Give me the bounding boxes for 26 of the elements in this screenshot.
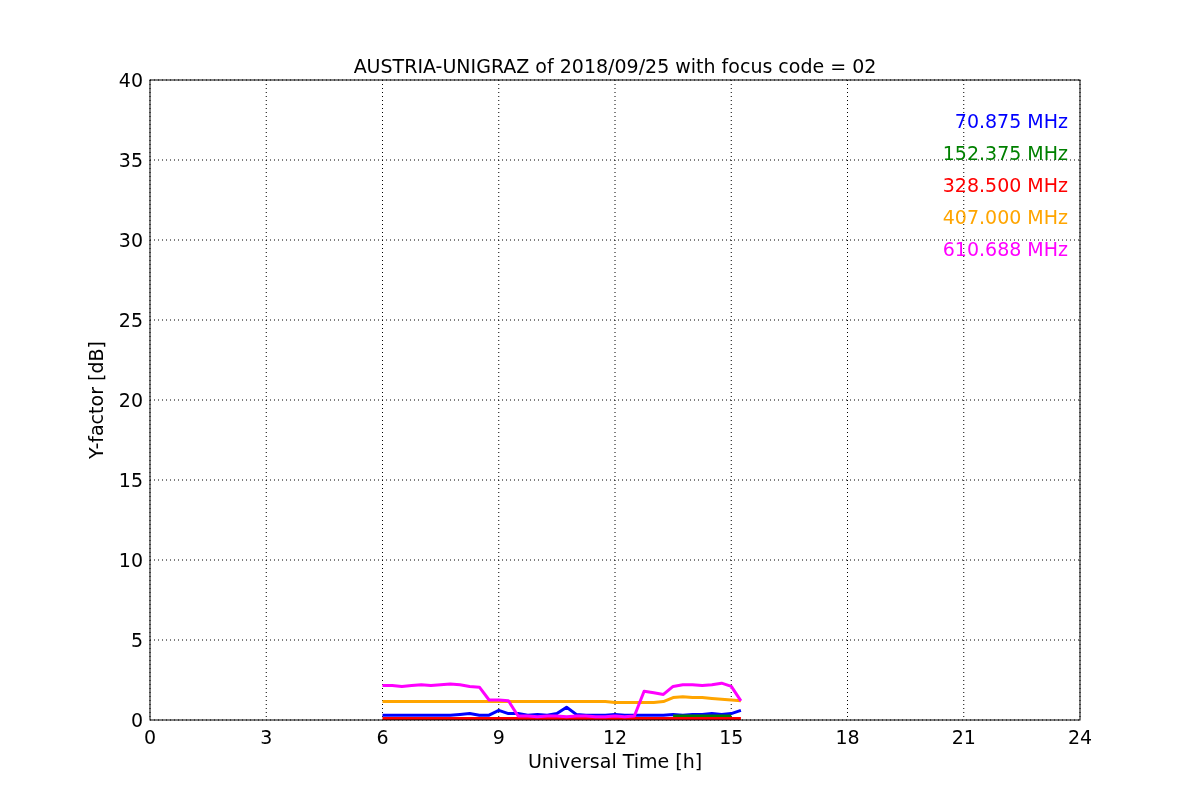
legend-label: 610.688 MHz: [942, 238, 1068, 260]
y-tick-label: 25: [118, 309, 143, 331]
x-tick-label: 21: [951, 726, 976, 748]
y-tick-label: 35: [118, 149, 143, 171]
x-tick-label: 24: [1067, 726, 1093, 748]
chart-title: AUSTRIA-UNIGRAZ of 2018/09/25 with focus code = 02: [353, 55, 877, 77]
y-tick-label: 15: [118, 469, 143, 491]
y-tick-label: 40: [118, 69, 143, 91]
y-axis-label: Y-factor [dB]: [85, 341, 107, 459]
x-tick-label: 18: [835, 726, 860, 748]
x-tick-label: 0: [143, 726, 157, 748]
y-tick-label: 20: [118, 389, 143, 411]
legend-label: 70.875 MHz: [954, 110, 1068, 132]
x-tick-label: 15: [719, 726, 744, 748]
legend-label: 407.000 MHz: [942, 206, 1068, 228]
x-axis-label: Universal Time [h]: [527, 750, 703, 772]
x-tick-label: 9: [492, 726, 505, 748]
x-tick-label: 3: [260, 726, 273, 748]
x-tick-label: 6: [376, 726, 389, 748]
x-tick-label: 12: [602, 726, 628, 748]
y-tick-label: 5: [130, 629, 143, 651]
y-tick-label: 10: [118, 549, 143, 571]
y-tick-label: 0: [130, 709, 143, 731]
legend-label: 328.500 MHz: [942, 174, 1068, 196]
y-tick-label: 30: [118, 229, 143, 251]
legend-label: 152.375 MHz: [942, 142, 1068, 164]
